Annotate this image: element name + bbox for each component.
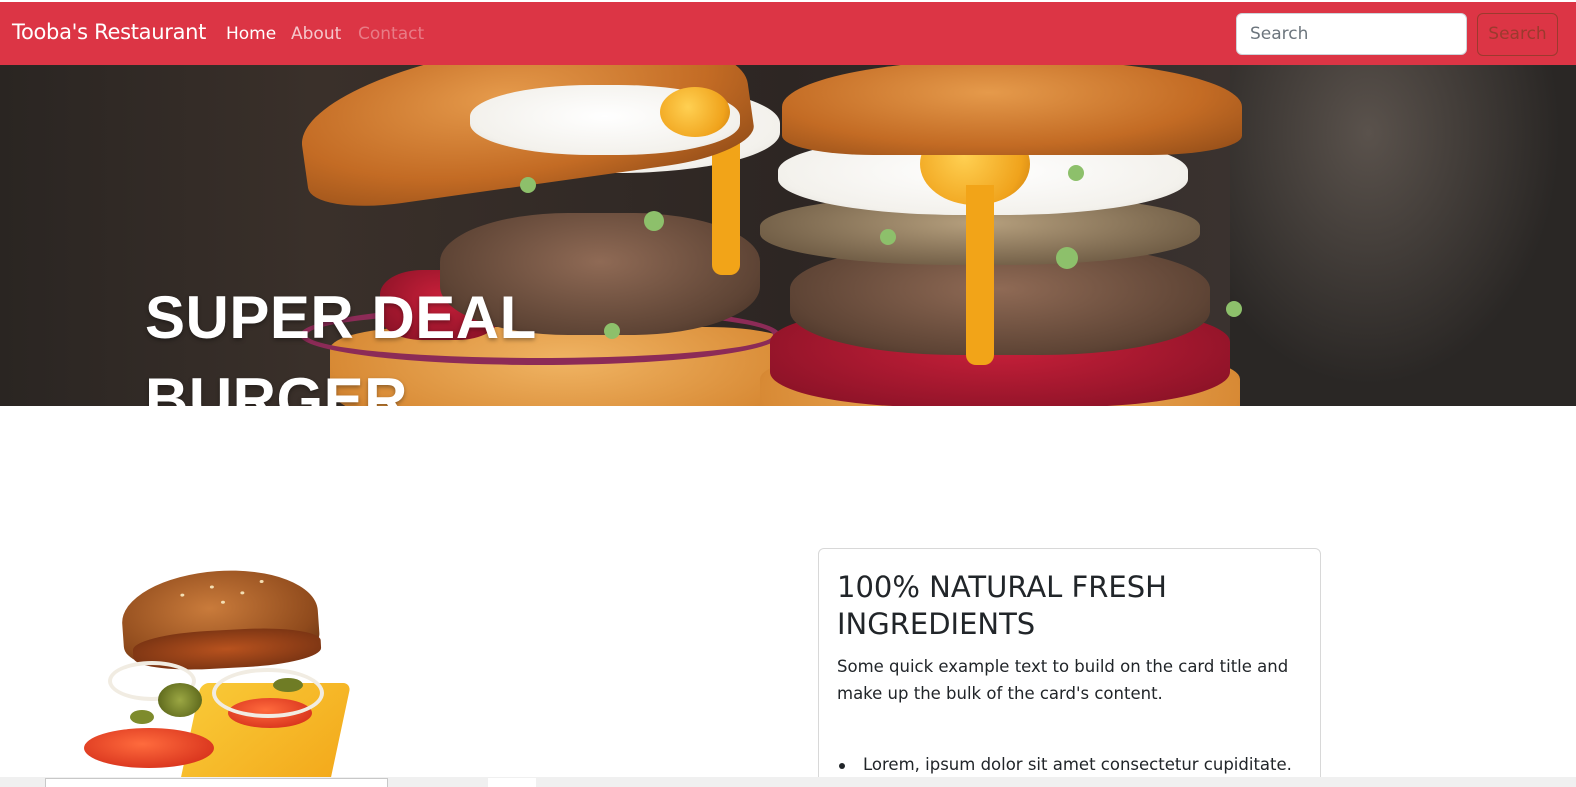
sesame-seed	[220, 600, 226, 604]
sesame-seed	[240, 591, 245, 595]
list-item: Lorem, ipsum dolor sit amet consectetur …	[837, 753, 1307, 777]
nav-home-link[interactable]: Home	[226, 24, 276, 44]
hero-title-line: BURGER	[145, 366, 409, 406]
microgreen	[604, 323, 620, 339]
navbar: Tooba's Restaurant Home About Contact Se…	[0, 2, 1576, 65]
onion-ring	[212, 668, 324, 718]
hero-banner: SUPER DEAL BURGER	[0, 65, 1576, 406]
tomato-slice	[84, 728, 214, 768]
burger-bun-top	[782, 65, 1242, 155]
search-input[interactable]: Search	[1236, 13, 1467, 55]
microgreen	[880, 229, 896, 245]
yolk-drip	[712, 135, 740, 275]
egg-yolk	[660, 87, 730, 137]
sesame-seed	[259, 579, 264, 584]
pickle-slice	[130, 710, 154, 724]
microgreen	[1226, 301, 1242, 317]
sesame-seed	[209, 585, 214, 589]
nav-about-link[interactable]: About	[291, 24, 341, 44]
microgreen	[644, 211, 664, 231]
search-button[interactable]: Search	[1477, 13, 1558, 56]
microgreen	[520, 177, 536, 193]
sesame-seed	[180, 593, 185, 597]
scrollbar-thumb[interactable]	[45, 778, 388, 787]
exploded-burger-image	[78, 564, 388, 787]
hero-background	[1230, 65, 1576, 406]
card-text: Some quick example text to build on the …	[837, 657, 1289, 703]
pickle-slice	[158, 683, 202, 717]
hero-title: SUPER DEAL BURGER	[145, 277, 537, 406]
nav-contact-link[interactable]: Contact	[358, 24, 424, 44]
brand-link[interactable]: Tooba's Restaurant	[12, 20, 206, 44]
yolk-drip	[966, 185, 994, 365]
ingredients-card: 100% NATURAL FRESH INGREDIENTS Some quic…	[818, 548, 1321, 787]
scrollbar-track-segment	[488, 778, 536, 787]
card-title: 100% NATURAL FRESH INGREDIENTS	[837, 570, 1167, 641]
hero-title-line: SUPER DEAL	[145, 284, 537, 351]
microgreen	[1068, 165, 1084, 181]
microgreen	[1056, 247, 1078, 269]
card-list: Lorem, ipsum dolor sit amet consectetur …	[837, 753, 1307, 777]
